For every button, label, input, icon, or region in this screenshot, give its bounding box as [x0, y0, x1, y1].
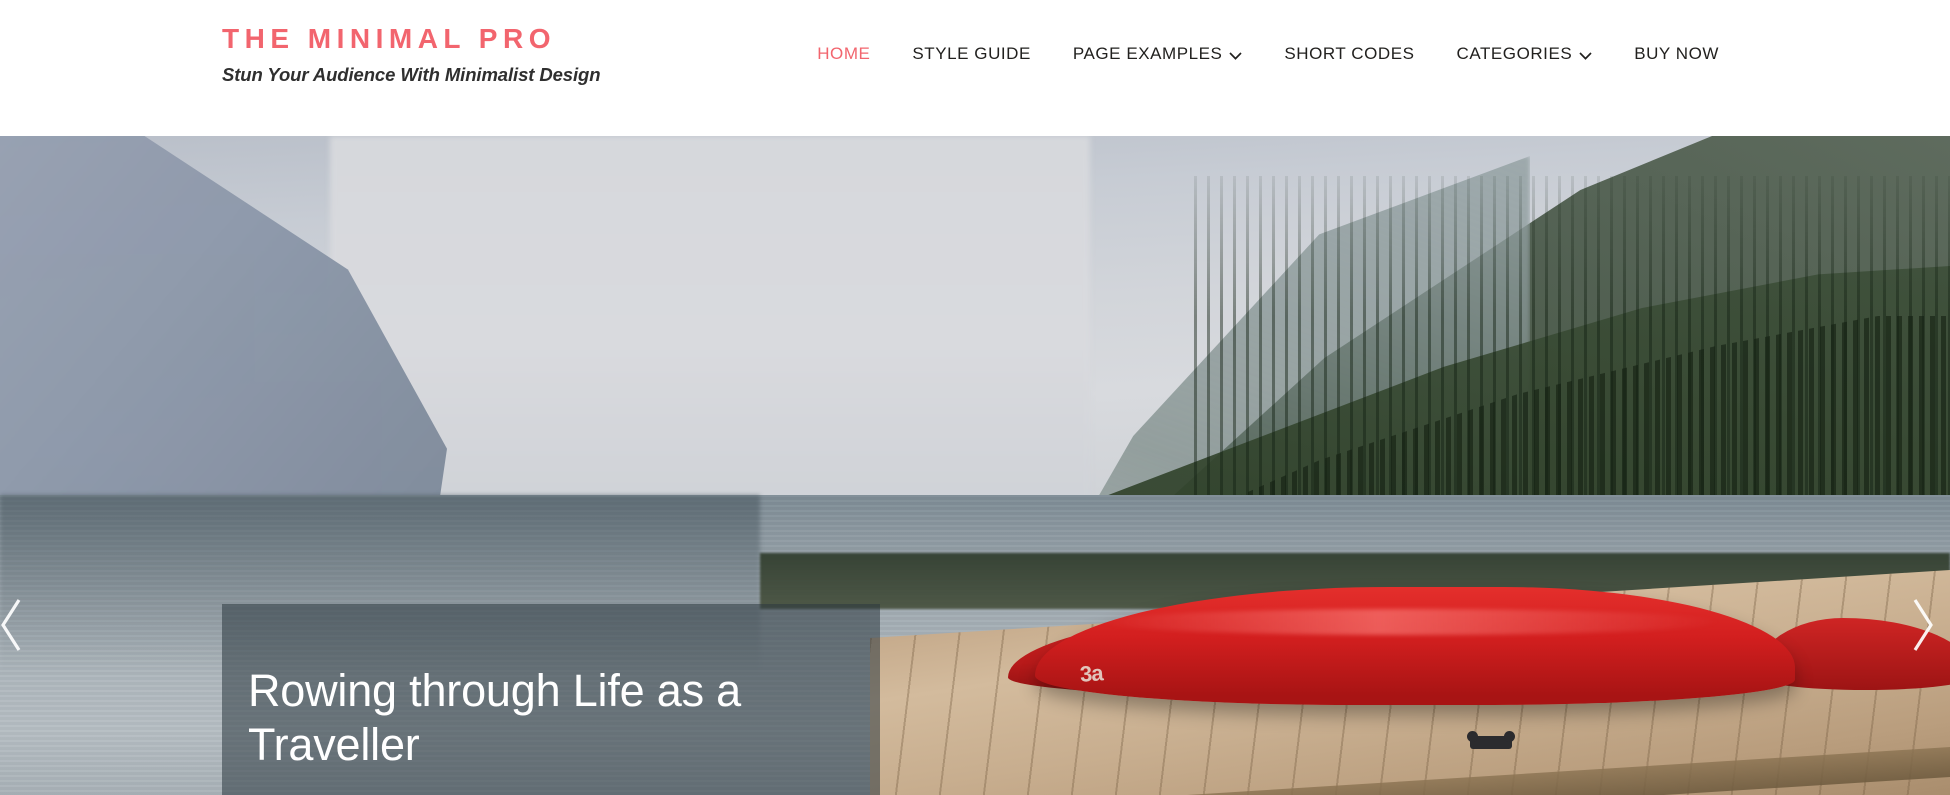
brand-tagline: Stun Your Audience With Minimalist Desig… — [222, 64, 601, 86]
chevron-left-icon — [0, 595, 25, 655]
hero-slider: 3a Rowing through Life as a Traveller Co… — [0, 136, 1950, 795]
nav-item-home[interactable]: HOME — [796, 44, 891, 64]
nav-item-buy-now[interactable]: BUY NOW — [1613, 44, 1740, 64]
chevron-down-icon — [1579, 52, 1592, 60]
canoe-highlight — [1100, 609, 1720, 635]
slide-caption-overlay: Rowing through Life as a Traveller Conti… — [222, 604, 880, 795]
slide-title: Rowing through Life as a Traveller — [248, 665, 742, 770]
canoe-marking: 3a — [1079, 660, 1104, 687]
chevron-right-icon — [1909, 595, 1937, 655]
nav-item-label: PAGE EXAMPLES — [1072, 44, 1223, 63]
nav-item-label: CATEGORIES — [1456, 44, 1573, 63]
brand-title: THE MINIMAL PRO — [222, 23, 556, 54]
nav-item-label: SHORT CODES — [1284, 44, 1415, 63]
brand-logo[interactable]: THE MINIMAL PRO Stun Your Audience With … — [222, 24, 782, 86]
site-header: THE MINIMAL PRO Stun Your Audience With … — [0, 0, 1950, 136]
slider-prev-button[interactable] — [0, 591, 28, 659]
slider-next-button[interactable] — [1906, 591, 1940, 659]
nav-item-page-examples[interactable]: PAGE EXAMPLES — [1052, 44, 1264, 64]
main-navigation: HOME STYLE GUIDE PAGE EXAMPLES SHORT COD… — [796, 44, 1740, 64]
chevron-down-icon — [1229, 52, 1242, 60]
nav-item-style-guide[interactable]: STYLE GUIDE — [891, 44, 1051, 64]
nav-item-label: STYLE GUIDE — [912, 44, 1031, 63]
nav-item-categories[interactable]: CATEGORIES — [1436, 44, 1614, 64]
nav-item-label: BUY NOW — [1634, 44, 1719, 63]
nav-item-short-codes[interactable]: SHORT CODES — [1263, 44, 1435, 64]
dock-cleat — [1467, 731, 1515, 749]
nav-item-label: HOME — [817, 44, 871, 63]
